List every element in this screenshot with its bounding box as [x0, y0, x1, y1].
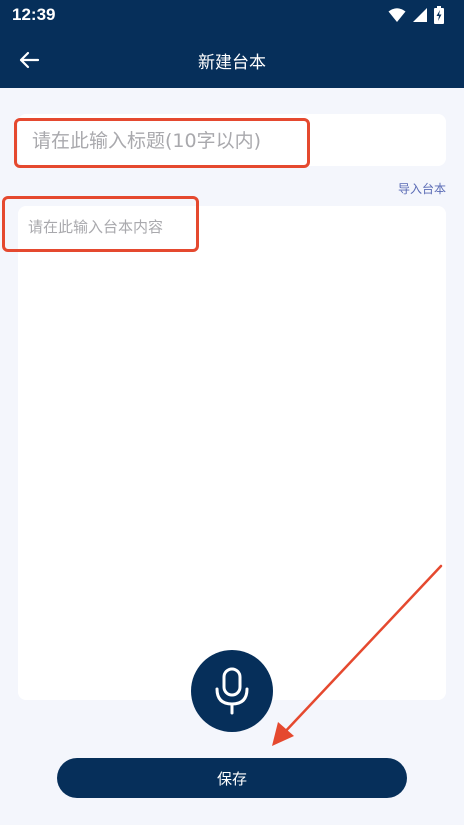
- battery-charging-icon: [434, 6, 444, 24]
- content-textarea[interactable]: [26, 214, 440, 688]
- microphone-icon: [215, 667, 249, 715]
- title-input[interactable]: [30, 122, 434, 160]
- signal-icon: [413, 8, 427, 22]
- content-card: [18, 206, 446, 700]
- wifi-icon: [388, 8, 406, 22]
- app-bar: 新建台本: [0, 32, 464, 88]
- title-card: [18, 114, 446, 166]
- page-title: 新建台本: [198, 53, 266, 73]
- status-icons: [388, 6, 444, 24]
- status-time: 12:39: [12, 5, 56, 24]
- save-button[interactable]: 保存: [57, 758, 407, 798]
- import-script-link[interactable]: 导入台本: [398, 180, 446, 197]
- microphone-button[interactable]: [191, 650, 273, 732]
- status-bar: 12:39: [0, 0, 464, 32]
